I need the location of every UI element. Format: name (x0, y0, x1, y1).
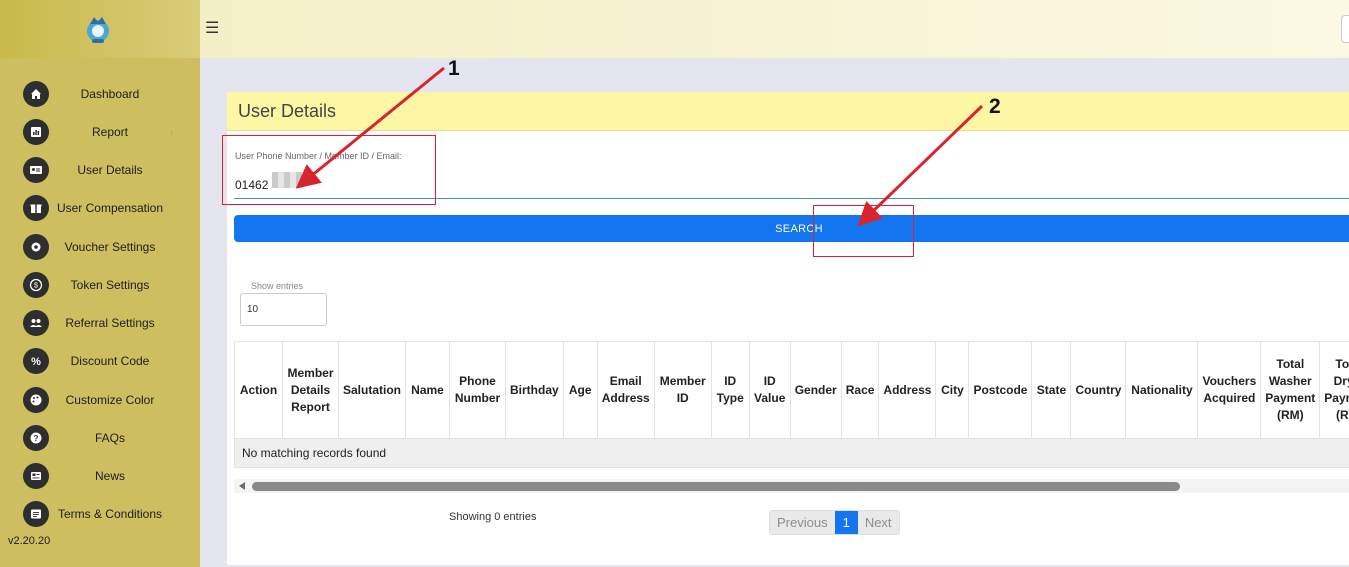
previous-page-button[interactable]: Previous (770, 511, 835, 534)
page-1-button[interactable]: 1 (834, 511, 858, 534)
sidebar-item-customize-color[interactable]: Customize Color (0, 381, 200, 419)
sidebar-item-label: Customize Color (65, 393, 155, 407)
sidebar-item-token-settings[interactable]: $ Token Settings (0, 266, 200, 304)
column-header-id-value[interactable]: ID Value (748, 341, 791, 439)
sidebar-item-label: Voucher Settings (64, 240, 156, 254)
column-header-phone-number[interactable]: Phone Number (449, 341, 507, 439)
page-title: User Details (238, 101, 337, 121)
column-header-birthday[interactable]: Birthday (505, 341, 564, 439)
column-header-name[interactable]: Name (405, 341, 451, 439)
chevron-right-icon: › (170, 127, 173, 137)
sidebar-item-label: FAQs (94, 431, 125, 445)
column-header-total-dryer-payment-rm[interactable]: Total Dryer Payment (RM) (1319, 341, 1349, 439)
column-header-vouchers-acquired[interactable]: Vouchers Acquired (1197, 341, 1262, 439)
column-header-state[interactable]: State (1031, 341, 1072, 439)
app-version: v2.20.20 (8, 535, 51, 547)
annotation-label-2: 2 (989, 95, 1001, 118)
document-icon (23, 501, 49, 527)
column-header-city[interactable]: City (935, 341, 970, 439)
coin-icon: $ (23, 272, 49, 298)
sidebar-item-referral-settings[interactable]: Referral Settings (0, 304, 200, 342)
annotation-box-search (813, 205, 914, 257)
column-header-action[interactable]: Action (234, 341, 283, 439)
report-icon (23, 119, 49, 145)
users-icon (23, 310, 49, 336)
search-button[interactable]: SEARCH (234, 215, 1349, 242)
column-header-salutation[interactable]: Salutation (337, 341, 407, 439)
sidebar-item-discount-code[interactable]: % Discount Code (0, 342, 200, 380)
sidebar-item-label: Terms & Conditions (57, 507, 163, 521)
column-header-country[interactable]: Country (1070, 341, 1127, 439)
sidebar-item-label: Report (91, 125, 129, 139)
scrollbar-thumb[interactable] (252, 482, 1180, 491)
showing-entries-text: Showing 0 entries (449, 511, 537, 523)
column-header-age[interactable]: Age (562, 341, 598, 439)
column-header-address[interactable]: Address (878, 341, 937, 439)
horizontal-scrollbar[interactable] (234, 479, 1349, 493)
sidebar-item-voucher-settings[interactable]: Voucher Settings (0, 228, 200, 266)
sidebar-item-news[interactable]: News (0, 457, 200, 495)
column-header-id-type[interactable]: ID Type (710, 341, 750, 439)
scroll-left-arrow-icon[interactable] (239, 482, 245, 490)
home-icon (23, 81, 49, 107)
annotation-label-1: 1 (448, 57, 460, 80)
sidebar-item-label: Discount Code (70, 354, 150, 368)
palette-icon (23, 387, 49, 413)
column-header-postcode[interactable]: Postcode (968, 341, 1033, 439)
gift-icon (23, 195, 49, 221)
sidebar-item-report[interactable]: Report › (0, 113, 200, 151)
show-entries-select[interactable]: 10 (240, 293, 327, 326)
column-header-nationality[interactable]: Nationality (1125, 341, 1199, 439)
table-row: No matching records found (234, 438, 1349, 468)
top-bar: ☰ (200, 0, 1349, 58)
column-header-member-id[interactable]: Member ID (653, 341, 712, 439)
hamburger-menu-icon[interactable]: ☰ (205, 18, 219, 38)
sidebar-item-user-details[interactable]: User Details (0, 151, 200, 189)
sidebar-item-label: User Compensation (56, 201, 164, 215)
top-right-control[interactable] (1341, 15, 1349, 43)
user-card-icon (23, 157, 49, 183)
svg-text:$: $ (34, 283, 38, 290)
sidebar-item-label: News (94, 469, 125, 483)
question-icon: ? (23, 425, 49, 451)
pagination: Previous 1 Next (769, 510, 900, 535)
sidebar-item-label: Referral Settings (65, 316, 155, 330)
column-header-total-washer-payment-rm[interactable]: Total Washer Payment (RM) (1260, 341, 1321, 439)
column-header-gender[interactable]: Gender (789, 341, 842, 439)
column-header-member-details-report[interactable]: Member Details Report (282, 341, 339, 439)
sidebar: Dashboard Report › User Details User Compens… (0, 0, 200, 567)
sidebar-item-label: Token Settings (70, 278, 150, 292)
sidebar-item-label: Dashboard (80, 87, 140, 101)
sidebar-item-faqs[interactable]: ? FAQs (0, 419, 200, 457)
sidebar-brand-area (0, 0, 200, 58)
gear-icon (23, 234, 49, 260)
annotation-box-input (222, 135, 436, 205)
table-header-row: Action Member Details Report Salutation Nam… (234, 341, 1349, 439)
user-table-wrapper: Action Member Details Report Salutation Nam… (234, 341, 1349, 469)
newspaper-icon (23, 463, 49, 489)
svg-text:%: % (31, 356, 41, 368)
percent-icon: % (23, 348, 49, 374)
sidebar-item-user-compensation[interactable]: User Compensation (0, 189, 200, 227)
column-header-race[interactable]: Race (840, 341, 880, 439)
column-header-email-address[interactable]: Email Address (596, 341, 655, 439)
card-header: User Details (227, 92, 1349, 131)
sidebar-item-dashboard[interactable]: Dashboard (0, 75, 200, 113)
empty-message: No matching records found (234, 438, 1349, 468)
svg-text:?: ? (34, 434, 39, 443)
sidebar-item-label: User Details (77, 163, 143, 177)
next-page-button[interactable]: Next (857, 511, 899, 534)
brand-logo[interactable] (84, 14, 112, 44)
show-entries-label: Show entries (251, 281, 304, 291)
sidebar-item-terms-conditions[interactable]: Terms & Conditions (0, 495, 200, 533)
user-table: Action Member Details Report Salutation Nam… (234, 341, 1349, 468)
